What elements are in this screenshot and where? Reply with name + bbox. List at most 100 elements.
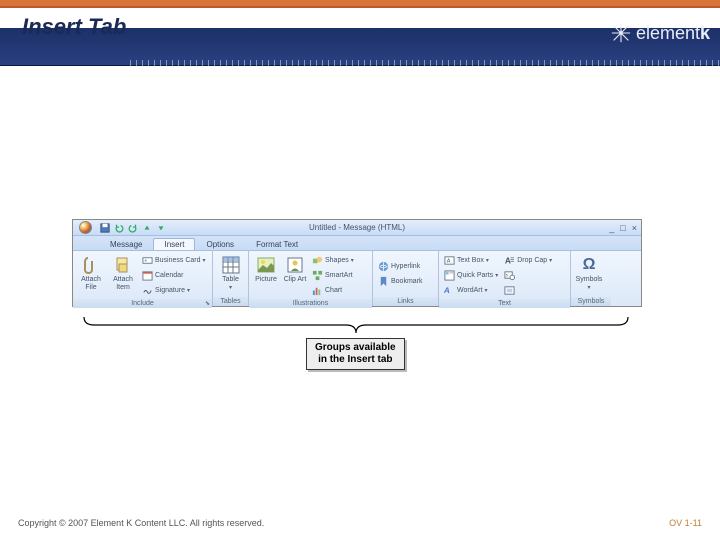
- chevron-down-icon: ▾: [549, 257, 552, 264]
- chart-icon: [312, 285, 323, 296]
- date-time-icon: 5: [504, 270, 515, 281]
- svg-text:A: A: [444, 285, 451, 295]
- close-button[interactable]: ×: [632, 223, 637, 233]
- undo-icon[interactable]: [114, 223, 124, 233]
- svg-text:5: 5: [506, 273, 508, 277]
- chevron-down-icon: ▾: [203, 257, 206, 264]
- brand-logo: elementk: [610, 22, 710, 44]
- shapes-button[interactable]: Shapes▾: [310, 253, 356, 267]
- copyright-text: Copyright © 2007 Element K Content LLC. …: [18, 518, 264, 528]
- slide-header: Insert Tab elementk: [0, 8, 720, 66]
- group-tables: Table▾ Tables: [213, 251, 249, 306]
- table-icon: [222, 256, 240, 274]
- picture-button[interactable]: Picture: [252, 253, 280, 284]
- maximize-button[interactable]: □: [620, 223, 625, 233]
- attach-file-button[interactable]: Attach File: [76, 253, 106, 292]
- shapes-icon: [312, 255, 323, 266]
- group-label-illustrations: Illustrations: [249, 299, 372, 308]
- paperclip-icon: [83, 256, 99, 274]
- asterisk-icon: [610, 22, 632, 44]
- group-label-symbols: Symbols: [571, 297, 611, 306]
- object-icon: [504, 285, 515, 296]
- ribbon: Untitled - Message (HTML) _ □ × Message …: [73, 220, 641, 306]
- svg-text:A: A: [505, 256, 511, 265]
- business-card-button[interactable]: Business Card▾: [140, 253, 208, 267]
- tab-format-text[interactable]: Format Text: [245, 238, 309, 250]
- callout-line2: in the Insert tab: [318, 354, 392, 365]
- quick-access-toolbar: [100, 223, 166, 233]
- chevron-down-icon: ▾: [351, 257, 354, 264]
- smartart-button[interactable]: SmartArt: [310, 268, 356, 282]
- smartart-icon: [312, 270, 323, 281]
- quick-parts-icon: [444, 270, 455, 281]
- window-title: Untitled - Message (HTML): [309, 223, 405, 232]
- dot-divider: [130, 60, 720, 66]
- group-label-tables: Tables: [213, 297, 248, 306]
- symbols-button[interactable]: Ω Symbols▾: [574, 253, 604, 292]
- attach-item-button[interactable]: Attach Item: [108, 253, 138, 292]
- group-label-text: Text: [439, 299, 570, 308]
- tab-options[interactable]: Options: [195, 238, 245, 250]
- calendar-icon: [142, 270, 153, 281]
- tab-message[interactable]: Message: [99, 238, 153, 250]
- ribbon-tabs: Message Insert Options Format Text: [73, 236, 641, 250]
- bookmark-icon: [378, 276, 389, 287]
- callout-box: Groups available in the Insert tab: [306, 338, 405, 370]
- text-box-icon: A: [444, 255, 455, 266]
- dialog-launcher-icon[interactable]: ⬊: [205, 300, 210, 307]
- accent-stripe: [0, 0, 720, 8]
- group-illustrations: Picture Clip Art Shapes▾ SmartArt: [249, 251, 373, 306]
- ribbon-groups: Attach File Attach Item Business Card▾: [73, 250, 641, 306]
- signature-button[interactable]: Signature▾: [140, 283, 208, 297]
- drop-cap-button[interactable]: A Drop Cap▾: [502, 253, 554, 267]
- office-button[interactable]: [73, 220, 97, 236]
- chevron-down-icon: ▾: [187, 287, 190, 294]
- calendar-button[interactable]: Calendar: [140, 268, 208, 282]
- up-icon[interactable]: [142, 223, 152, 233]
- svg-text:A: A: [447, 258, 451, 264]
- save-icon[interactable]: [100, 223, 110, 233]
- group-symbols: Ω Symbols▾ Symbols: [571, 251, 611, 306]
- object-button[interactable]: [502, 283, 554, 297]
- ribbon-titlebar: Untitled - Message (HTML) _ □ ×: [73, 220, 641, 236]
- window-controls: _ □ ×: [609, 223, 637, 233]
- group-include: Attach File Attach Item Business Card▾: [73, 251, 213, 306]
- chevron-down-icon: ▾: [587, 285, 590, 291]
- group-text: A Text Box▾ Quick Parts▾ A WordArt▾: [439, 251, 571, 306]
- hyperlink-button[interactable]: Hyperlink: [376, 259, 425, 273]
- picture-icon: [257, 257, 275, 273]
- chevron-down-icon: ▾: [485, 287, 488, 294]
- chevron-down-icon: ▾: [229, 285, 232, 291]
- chevron-down-icon: ▾: [486, 257, 489, 264]
- ribbon-screenshot: Untitled - Message (HTML) _ □ × Message …: [72, 219, 642, 307]
- group-links: Hyperlink Bookmark Links: [373, 251, 439, 306]
- drop-cap-icon: A: [504, 255, 515, 266]
- date-time-button[interactable]: 5: [502, 268, 554, 282]
- minimize-button[interactable]: _: [609, 223, 614, 233]
- business-card-icon: [142, 255, 153, 266]
- group-label-links: Links: [373, 297, 438, 306]
- bookmark-button[interactable]: Bookmark: [376, 274, 425, 288]
- logo-text: element: [636, 23, 700, 44]
- logo-suffix: k: [700, 23, 710, 44]
- text-box-button[interactable]: A Text Box▾: [442, 253, 500, 267]
- redo-icon[interactable]: [128, 223, 138, 233]
- omega-icon: Ω: [583, 256, 596, 274]
- group-label-include: Include⬊: [73, 299, 212, 308]
- quick-parts-button[interactable]: Quick Parts▾: [442, 268, 500, 282]
- chevron-down-icon: ▾: [495, 272, 498, 279]
- attach-item-icon: [115, 256, 131, 274]
- clip-art-button[interactable]: Clip Art: [282, 253, 308, 284]
- wordart-button[interactable]: A WordArt▾: [442, 283, 500, 297]
- office-orb-icon: [79, 221, 92, 234]
- tab-insert[interactable]: Insert: [153, 238, 195, 250]
- clip-art-icon: [287, 257, 303, 273]
- wordart-icon: A: [444, 285, 455, 296]
- chart-button[interactable]: Chart: [310, 283, 356, 297]
- table-button[interactable]: Table▾: [216, 253, 245, 292]
- signature-icon: [142, 285, 153, 296]
- down-icon[interactable]: [156, 223, 166, 233]
- page-number: OV 1-11: [669, 518, 702, 528]
- callout-bracket: [82, 315, 630, 333]
- slide-title: Insert Tab: [22, 14, 126, 40]
